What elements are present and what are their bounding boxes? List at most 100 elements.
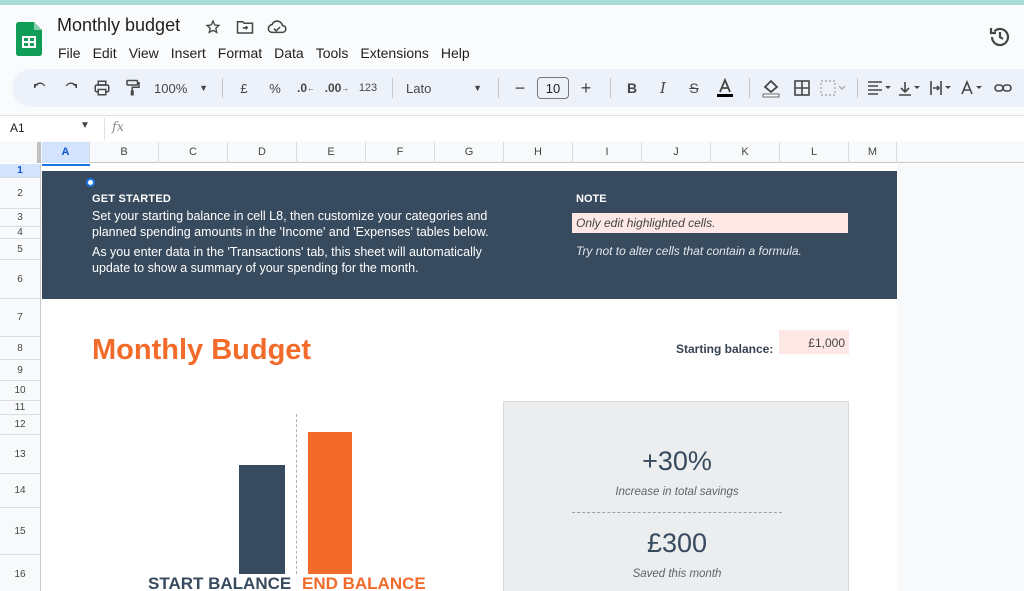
get-started-paragraph-1: Set your starting balance in cell L8, th… (92, 209, 489, 239)
vertical-align-icon[interactable] (896, 74, 924, 102)
borders-icon[interactable] (788, 74, 816, 102)
document-title[interactable]: Monthly budget (57, 15, 180, 36)
column-header-j[interactable]: J (642, 142, 711, 163)
selection-fill-handle[interactable] (86, 178, 95, 187)
print-icon[interactable] (88, 74, 116, 102)
column-header-f[interactable]: F (366, 142, 435, 163)
menu-help[interactable]: Help (435, 41, 476, 65)
text-color-icon[interactable] (711, 74, 739, 102)
row-header-6[interactable]: 6 (0, 260, 41, 299)
toolbar-divider (610, 78, 611, 98)
column-header-d[interactable]: D (228, 142, 297, 163)
horizontal-align-icon[interactable] (865, 74, 893, 102)
column-header-m[interactable]: M (849, 142, 897, 163)
version-history-icon[interactable] (986, 23, 1014, 51)
savings-percent-label: Increase in total savings (615, 486, 739, 498)
sheets-app: Monthly budget File Edit View Insert For… (0, 5, 1024, 591)
menu-edit[interactable]: Edit (87, 41, 123, 65)
paint-format-icon[interactable] (119, 74, 147, 102)
savings-summary-card: +30% Increase in total savings £300 Save… (503, 401, 849, 591)
menu-extensions[interactable]: Extensions (354, 41, 434, 65)
strikethrough-icon[interactable]: S (680, 74, 708, 102)
increase-font-size-button[interactable]: + (572, 74, 600, 102)
name-box[interactable]: A1 (10, 121, 25, 135)
spreadsheet-grid: A B C D E F G H I J K L M 1 2 3 4 5 6 7 … (0, 142, 1024, 591)
row-header-5[interactable]: 5 (0, 239, 41, 260)
text-rotation-icon[interactable] (958, 74, 986, 102)
menu-view[interactable]: View (123, 41, 165, 65)
get-started-title: GET STARTED (92, 193, 171, 205)
title-actions (202, 16, 288, 38)
menu-tools[interactable]: Tools (310, 41, 355, 65)
redo-icon[interactable] (57, 74, 85, 102)
saved-amount-label: Saved this month (632, 568, 722, 580)
starting-balance-input[interactable]: £1,000 (779, 330, 849, 354)
column-header-k[interactable]: K (711, 142, 780, 163)
column-header-b[interactable]: B (90, 142, 159, 163)
cloud-saved-icon[interactable] (266, 16, 288, 38)
sheet-cells[interactable]: GET STARTED Set your starting balance in… (42, 164, 897, 591)
saved-amount: £300 (646, 528, 708, 558)
column-header-c[interactable]: C (159, 142, 228, 163)
undo-icon[interactable] (26, 74, 54, 102)
column-header-e[interactable]: E (297, 142, 366, 163)
menu-data[interactable]: Data (268, 41, 310, 65)
merge-cells-icon[interactable] (819, 74, 847, 102)
column-header-a[interactable]: A (42, 142, 90, 163)
chevron-down-icon: ▼ (473, 83, 482, 93)
note-title: NOTE (576, 193, 607, 205)
column-header-l[interactable]: L (780, 142, 849, 163)
font-size-field[interactable]: 10 (537, 74, 569, 102)
starting-balance-label: Starting balance: (676, 342, 774, 356)
toolbar-divider (222, 78, 223, 98)
font-family-select[interactable]: Lato ▼ (400, 74, 488, 102)
currency-format-button[interactable]: £ (230, 74, 258, 102)
row-header-11[interactable]: 11 (0, 401, 41, 415)
toolbar-divider (498, 78, 499, 98)
row-header-12[interactable]: 12 (0, 415, 41, 435)
formula-bar: A1 ▼ fx (0, 115, 1024, 141)
zoom-select[interactable]: 100% ▼ (150, 74, 212, 102)
text-wrapping-icon[interactable] (927, 74, 955, 102)
row-header-10[interactable]: 10 (0, 381, 41, 401)
column-header-i[interactable]: I (573, 142, 642, 163)
get-started-paragraph-2: As you enter data in the 'Transactions' … (92, 245, 482, 275)
row-header-8[interactable]: 8 (0, 337, 41, 360)
decrease-font-size-button[interactable]: − (506, 74, 534, 102)
row-header-9[interactable]: 9 (0, 360, 41, 381)
sheets-logo-icon[interactable] (16, 22, 42, 56)
increase-decimal-button[interactable]: .00 → (323, 74, 351, 102)
percent-format-button[interactable]: % (261, 74, 289, 102)
chevron-down-icon[interactable]: ▼ (80, 120, 90, 131)
italic-icon[interactable]: I (649, 74, 677, 102)
row-header-13[interactable]: 13 (0, 435, 41, 474)
select-all-corner[interactable] (0, 142, 41, 163)
menu-file[interactable]: File (52, 41, 87, 65)
column-header-g[interactable]: G (435, 142, 504, 163)
row-header-2[interactable]: 2 (0, 178, 41, 209)
menu-insert[interactable]: Insert (165, 41, 212, 65)
row-header-3[interactable]: 3 (0, 209, 41, 227)
more-formats-button[interactable]: 123 (354, 74, 382, 102)
star-icon[interactable] (202, 16, 224, 38)
balance-bar-chart: START BALANCE END BALANCE (92, 414, 492, 591)
move-folder-icon[interactable] (234, 16, 256, 38)
decrease-decimal-button[interactable]: .0 ← (292, 74, 320, 102)
decrease-decimal-label: .0 (296, 81, 307, 95)
selected-cell-a1[interactable] (42, 164, 90, 166)
insert-link-icon[interactable] (989, 74, 1017, 102)
row-header-7[interactable]: 7 (0, 299, 41, 337)
row-header-1[interactable]: 1 (0, 164, 41, 178)
row-header-16[interactable]: 16 (0, 555, 41, 591)
row-header-14[interactable]: 14 (0, 474, 41, 508)
note-highlighted-cell[interactable]: Only edit highlighted cells. (572, 213, 848, 233)
row-header-4[interactable]: 4 (0, 227, 41, 239)
toolbar: 100% ▼ £ % .0 ← .00 → 123 Lato ▼ − 10 + B … (12, 69, 1024, 107)
column-header-h[interactable]: H (504, 142, 573, 163)
toolbar-divider (749, 78, 750, 98)
fill-color-icon[interactable] (757, 74, 785, 102)
menu-format[interactable]: Format (212, 41, 268, 65)
chart-label-end-balance: END BALANCE (302, 574, 426, 591)
row-header-15[interactable]: 15 (0, 508, 41, 555)
bold-icon[interactable]: B (618, 74, 646, 102)
